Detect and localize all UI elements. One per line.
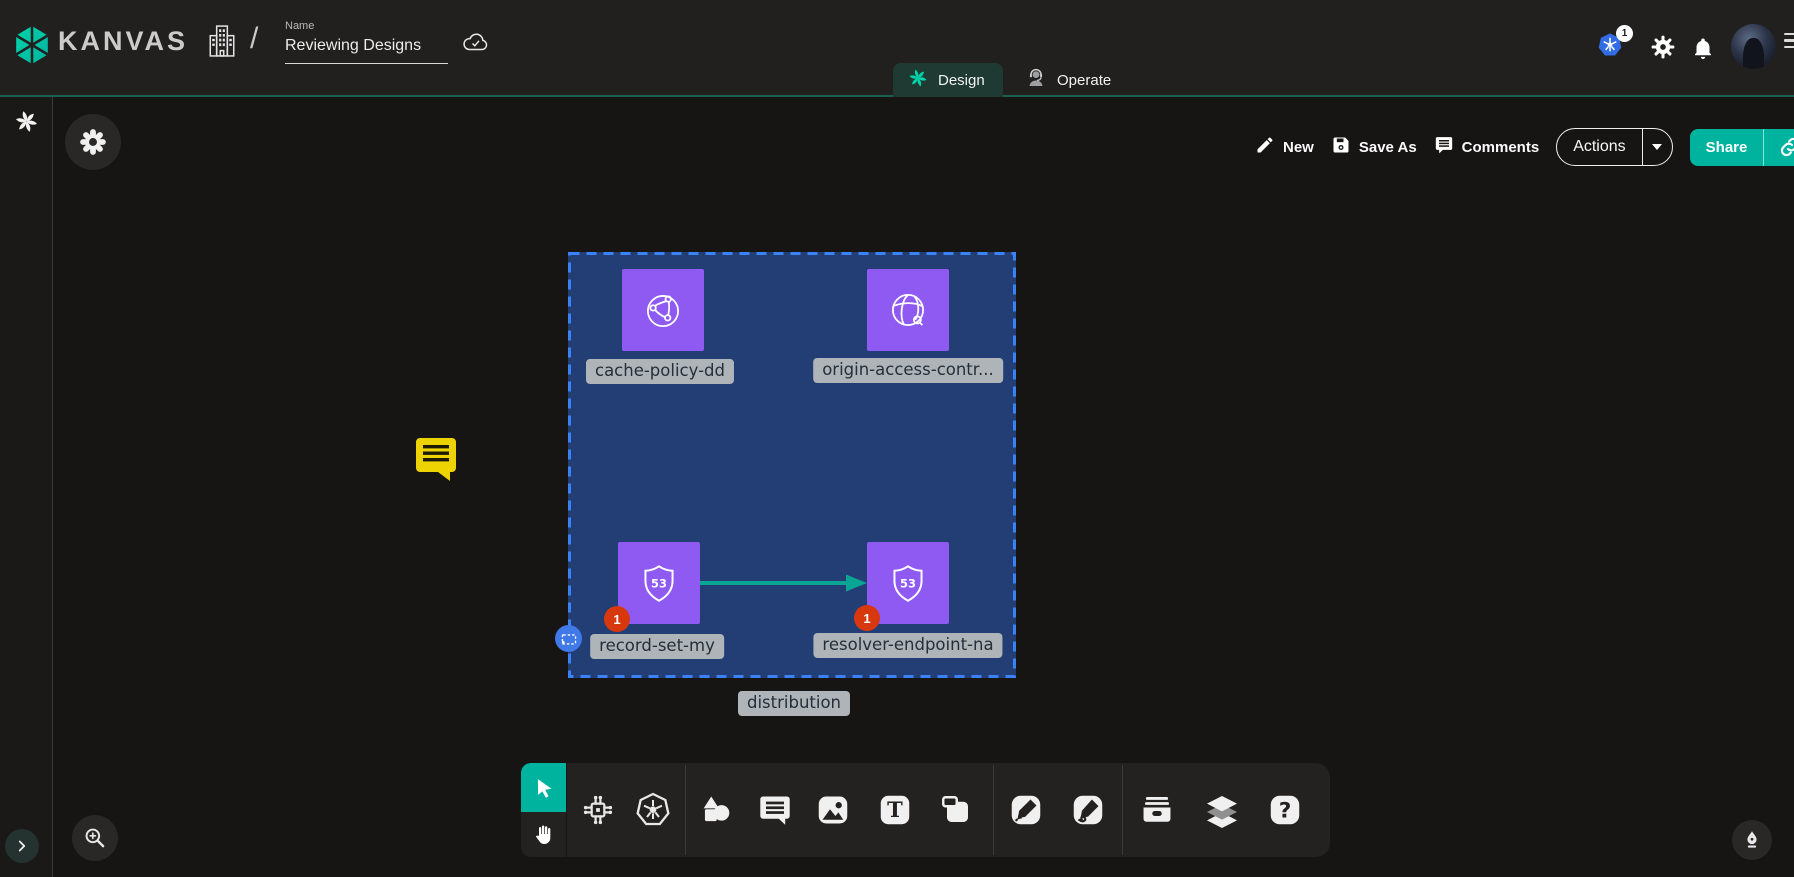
route53-text: 53 (900, 577, 916, 591)
pen-nib-button[interactable] (1732, 820, 1772, 860)
toolbar-divider (993, 765, 994, 855)
header: KANVAS / Name (0, 0, 1794, 97)
name-field-label: Name (285, 20, 448, 32)
new-pencil-icon (1255, 135, 1275, 159)
app-title: KANVAS (58, 26, 188, 57)
kubernetes-tool-icon[interactable] (633, 790, 673, 830)
node-label[interactable]: origin-access-contr... (813, 358, 1003, 383)
node-label[interactable]: cache-policy-dd (586, 359, 734, 384)
infrastructure-tool-icon[interactable] (579, 791, 617, 829)
cursor-arrow-icon (532, 776, 556, 800)
operator-headset-icon (1024, 66, 1048, 94)
pan-tool-button[interactable] (521, 812, 566, 857)
kanvas-app: KANVAS / Name (0, 0, 1794, 877)
settings-gear-icon[interactable] (1650, 34, 1676, 65)
copy-link-icon[interactable] (1763, 129, 1794, 166)
distribution-group[interactable]: cache-policy-dd origin-access-contr... 5… (568, 252, 1016, 678)
user-avatar[interactable] (1731, 24, 1776, 69)
chevron-down-icon (1652, 144, 1662, 150)
selection-handle-badge[interactable] (555, 625, 582, 652)
design-name-field: Name (285, 20, 448, 64)
share-label: Share (1690, 129, 1764, 166)
tab-operate-label: Operate (1057, 72, 1111, 89)
canvas-settings-button[interactable] (65, 114, 121, 170)
save-floppy-icon (1331, 135, 1351, 159)
tab-operate[interactable]: Operate (1010, 63, 1125, 97)
tab-design[interactable]: Design (893, 63, 1003, 97)
node-cache-policy[interactable] (622, 269, 704, 351)
new-label: New (1283, 139, 1314, 156)
save-as-button[interactable]: Save As (1331, 135, 1417, 159)
text-tool-icon[interactable]: T (877, 792, 913, 828)
svg-text:T: T (887, 797, 903, 822)
notifications-bell-icon[interactable] (1691, 35, 1715, 66)
kanvas-logo-icon[interactable] (13, 24, 51, 71)
toolbar-divider (685, 765, 686, 855)
shapes-tool-icon[interactable] (697, 791, 735, 829)
bottom-toolbar: T (567, 763, 1330, 857)
node-resolver-endpoint[interactable]: 53 (867, 542, 949, 624)
pen-path-tool-icon[interactable] (1008, 792, 1044, 828)
node-label[interactable]: record-set-my (590, 634, 724, 659)
actions-dropdown-button[interactable]: Actions (1556, 128, 1672, 166)
svg-text:?: ? (1279, 799, 1292, 824)
group-label[interactable]: distribution (738, 691, 850, 716)
select-tool-button[interactable] (521, 763, 566, 812)
breadcrumb-separator: / (250, 22, 258, 56)
pencil-draw-tool-icon[interactable] (1070, 792, 1106, 828)
node-error-badge[interactable]: 1 (604, 606, 630, 632)
canvas-action-bar: New Save As (1255, 128, 1794, 166)
help-tool-icon[interactable]: ? (1267, 792, 1303, 828)
meshery-spiral-icon (907, 67, 929, 93)
layers-tool-icon[interactable] (1202, 790, 1242, 830)
comment-marker-icon[interactable] (414, 434, 458, 488)
save-status-cloud-icon (462, 31, 490, 58)
image-tool-icon[interactable] (815, 792, 851, 828)
comments-label: Comments (1462, 139, 1540, 156)
connection-arrow[interactable] (700, 573, 868, 593)
zoom-in-button[interactable] (72, 815, 118, 861)
comment-tool-icon[interactable] (757, 792, 793, 828)
node-label[interactable]: resolver-endpoint-na (813, 633, 1002, 658)
sidebar-expand-button[interactable] (5, 829, 39, 863)
pointer-tool-stack (521, 763, 566, 857)
actions-caret[interactable] (1642, 129, 1672, 165)
menu-hamburger-icon[interactable] (1784, 33, 1794, 52)
node-origin-access-control[interactable] (867, 269, 949, 351)
comments-bubble-icon (1434, 135, 1454, 159)
design-name-input[interactable] (285, 35, 448, 64)
share-button[interactable]: Share (1690, 129, 1794, 166)
drawer-tool-icon[interactable] (1138, 791, 1176, 829)
left-sidebar (0, 97, 53, 877)
node-record-set[interactable]: 53 (618, 542, 700, 624)
sticky-note-tool-icon[interactable] (938, 792, 974, 828)
comments-button[interactable]: Comments (1434, 135, 1540, 159)
kubernetes-badge-count: 1 (1616, 25, 1633, 42)
actions-label: Actions (1557, 129, 1641, 165)
toolbar-divider (1122, 765, 1123, 855)
route53-text: 53 (651, 577, 667, 591)
new-button[interactable]: New (1255, 135, 1314, 159)
save-as-label: Save As (1359, 139, 1417, 156)
meshery-logo-icon[interactable] (13, 108, 40, 140)
hand-icon (532, 823, 556, 847)
kubernetes-context-icon[interactable]: 1 (1596, 31, 1624, 64)
tab-design-label: Design (938, 72, 985, 89)
organization-icon[interactable] (206, 23, 238, 64)
node-error-badge[interactable]: 1 (854, 605, 880, 631)
